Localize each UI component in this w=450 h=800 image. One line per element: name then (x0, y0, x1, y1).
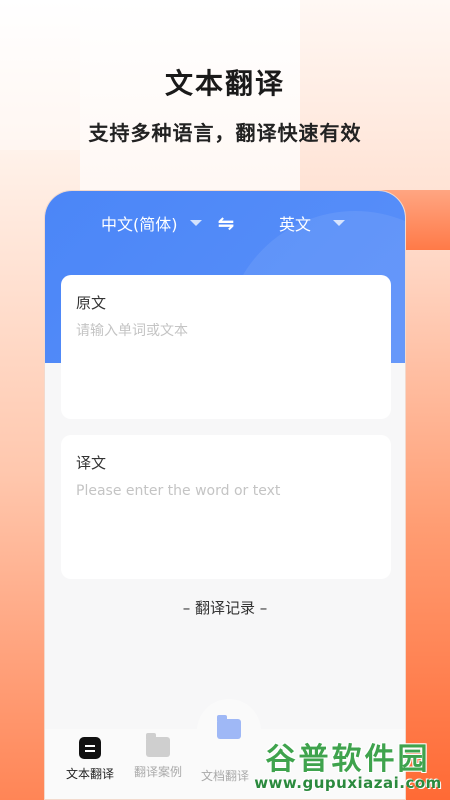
watermark-title: 谷普软件园 (265, 742, 431, 777)
site-watermark: 谷普软件园 www.gupuxiazai.com (248, 730, 448, 800)
target-language-label: 英文 (279, 215, 312, 234)
promo-headline: 文本翻译 (164, 67, 285, 100)
source-language-label: 中文(简体) (101, 215, 178, 234)
tab-label: 文本翻译 (65, 767, 114, 781)
source-text-input[interactable] (76, 323, 376, 339)
tab-label: 翻译案例 (133, 765, 182, 779)
source-text-card: 原文 (61, 275, 391, 419)
source-card-title: 原文 (76, 294, 107, 312)
tab-text-translate[interactable]: 文本翻译 (60, 737, 120, 782)
folder-icon (146, 733, 170, 757)
watermark-url: www.gupuxiazai.com (254, 774, 442, 792)
folder-icon[interactable] (217, 715, 241, 739)
chevron-down-icon (333, 220, 346, 226)
language-bar: 中文(简体) ⇋ 英文 (45, 209, 405, 237)
promo-subline: 支持多种语言，翻译快速有效 (88, 121, 362, 145)
target-text-card: 译文 (61, 435, 391, 579)
target-card-title: 译文 (76, 454, 107, 472)
target-language-selector[interactable]: 英文 (279, 211, 346, 235)
tab-translation-cases[interactable]: 翻译案例 (128, 733, 188, 780)
target-text-input[interactable] (76, 483, 376, 499)
tab-label: 文档翻译 (200, 769, 249, 783)
swap-arrows-icon[interactable]: ⇋ (213, 209, 239, 237)
phone-mockup: 中文(简体) ⇋ 英文 原文 译文 – 翻译记录 – 文本翻译 翻译案例 文档翻… (44, 190, 406, 800)
translation-history-link[interactable]: – 翻译记录 – (45, 597, 405, 618)
tab-icon-spacer (195, 737, 255, 761)
source-language-selector[interactable]: 中文(简体) (101, 211, 202, 235)
chevron-down-icon (189, 220, 202, 226)
text-doc-icon (79, 737, 101, 759)
tab-document-translate[interactable]: 文档翻译 (195, 737, 255, 784)
